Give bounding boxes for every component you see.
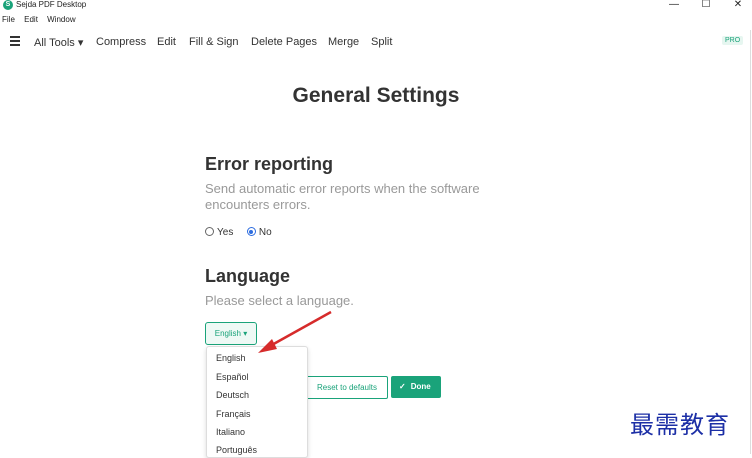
watermark-text: 最需教育 (630, 411, 730, 439)
annotation-arrow-icon (258, 310, 332, 353)
